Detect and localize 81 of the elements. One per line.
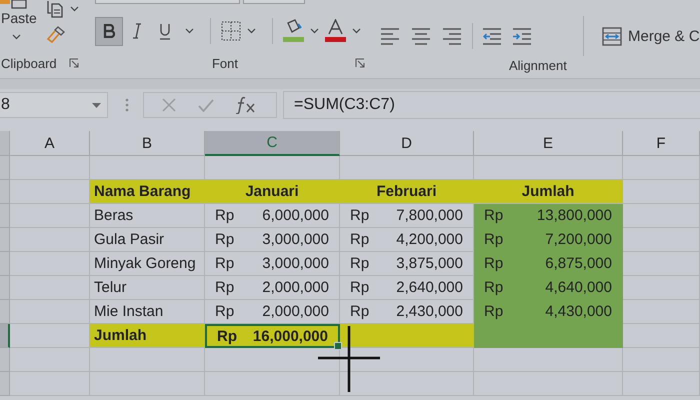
amount-text: 4,200,000 bbox=[396, 231, 463, 248]
currency-label: Rp bbox=[484, 303, 504, 320]
table-cell: Beras bbox=[90, 204, 205, 228]
underline-icon bbox=[159, 22, 171, 40]
table-header-cell: Jumlah bbox=[474, 180, 623, 204]
column-header[interactable]: A bbox=[10, 131, 90, 156]
currency-label: Rp bbox=[350, 303, 370, 320]
align-center-icon[interactable] bbox=[412, 28, 431, 44]
caret-icon[interactable] bbox=[70, 6, 79, 12]
currency-label: Rp bbox=[215, 207, 234, 224]
currency-label: Rp bbox=[215, 303, 234, 320]
caret-icon[interactable] bbox=[247, 28, 256, 34]
currency-label: Rp bbox=[217, 328, 237, 344]
column-header[interactable]: D bbox=[340, 131, 474, 156]
bold-button[interactable] bbox=[95, 16, 123, 46]
currency-label: Rp bbox=[484, 231, 504, 248]
amount-text: 2,000,000 bbox=[262, 303, 329, 320]
amount-text: 6,000,000 bbox=[262, 207, 329, 224]
increase-indent-icon[interactable] bbox=[513, 28, 531, 44]
paintbrush-icon[interactable] bbox=[46, 25, 66, 43]
row-header[interactable] bbox=[0, 324, 10, 348]
name-box[interactable]: 8 bbox=[0, 92, 108, 118]
borders-icon[interactable] bbox=[221, 21, 241, 41]
insert-function-icon[interactable] bbox=[236, 96, 256, 114]
table-header-cell: Februari bbox=[340, 180, 474, 204]
table-cell: Telur bbox=[90, 276, 205, 300]
amount-text: 3,000,000 bbox=[262, 255, 329, 272]
currency-label: Rp bbox=[484, 207, 504, 224]
amount-text: 6,875,000 bbox=[545, 255, 612, 272]
currency-label: Rp bbox=[215, 279, 234, 296]
table-cell: Minyak Goreng bbox=[90, 252, 205, 276]
group-label: Font bbox=[212, 56, 238, 70]
currency-label: Rp bbox=[350, 231, 370, 248]
paste-button[interactable]: Paste bbox=[1, 10, 37, 26]
table-header-cell: Nama Barang bbox=[90, 180, 205, 204]
dialog-launcher-icon[interactable] bbox=[69, 58, 79, 68]
caret-icon[interactable] bbox=[12, 34, 21, 40]
align-right-icon[interactable] bbox=[443, 28, 462, 44]
currency-label: Rp bbox=[350, 255, 370, 272]
copy-icon[interactable] bbox=[46, 0, 64, 18]
currency-label: Rp bbox=[215, 255, 234, 272]
table-cell: Gula Pasir bbox=[90, 228, 205, 252]
amount-text: 2,640,000 bbox=[396, 279, 463, 296]
merge-button[interactable]: Merge & C bbox=[598, 26, 700, 46]
amount-text: 3,000,000 bbox=[262, 231, 329, 248]
decrease-indent-icon[interactable] bbox=[483, 28, 501, 44]
selected-cell[interactable]: Rp 16,000,000 bbox=[205, 324, 340, 348]
bold-icon bbox=[103, 24, 115, 38]
column-header[interactable]: E bbox=[474, 131, 623, 156]
amount-text: 2,430,000 bbox=[396, 303, 463, 320]
dialog-launcher-icon[interactable] bbox=[354, 58, 365, 68]
italic-icon bbox=[132, 23, 142, 39]
caret-icon[interactable] bbox=[185, 28, 194, 34]
caret-icon[interactable] bbox=[310, 28, 319, 34]
fill-color-icon[interactable] bbox=[283, 19, 304, 43]
merge-cells-icon bbox=[602, 26, 622, 46]
amount-text: 13,800,000 bbox=[536, 207, 612, 224]
group-label: Alignment bbox=[509, 58, 567, 72]
align-left-icon[interactable] bbox=[381, 28, 400, 44]
amount-text: 16,000,000 bbox=[252, 328, 328, 344]
currency-label: Rp bbox=[350, 279, 370, 296]
fill-handle[interactable] bbox=[334, 342, 342, 350]
amount-text: 7,200,000 bbox=[545, 231, 612, 248]
amount-text: 2,000,000 bbox=[262, 279, 329, 296]
table-cell: Jumlah bbox=[90, 324, 205, 348]
grip-icon[interactable] bbox=[125, 98, 129, 112]
group-label: Clipboard bbox=[1, 56, 57, 70]
caret-icon[interactable] bbox=[352, 28, 361, 34]
amount-text: 4,430,000 bbox=[545, 303, 612, 320]
amount-text: 4,640,000 bbox=[545, 279, 612, 296]
currency-label: Rp bbox=[484, 255, 504, 272]
formula-field[interactable]: =SUM(C3:C7) bbox=[283, 91, 700, 119]
amount-text: 3,875,000 bbox=[396, 255, 463, 272]
font-color-icon[interactable] bbox=[325, 19, 346, 43]
currency-label: Rp bbox=[484, 279, 504, 296]
column-header[interactable]: B bbox=[90, 131, 205, 156]
currency-label: Rp bbox=[350, 207, 370, 224]
column-header[interactable]: F bbox=[623, 131, 700, 156]
currency-label: Rp bbox=[215, 231, 234, 248]
table-header-cell: Januari bbox=[205, 180, 340, 204]
amount-text: 7,800,000 bbox=[396, 207, 463, 224]
